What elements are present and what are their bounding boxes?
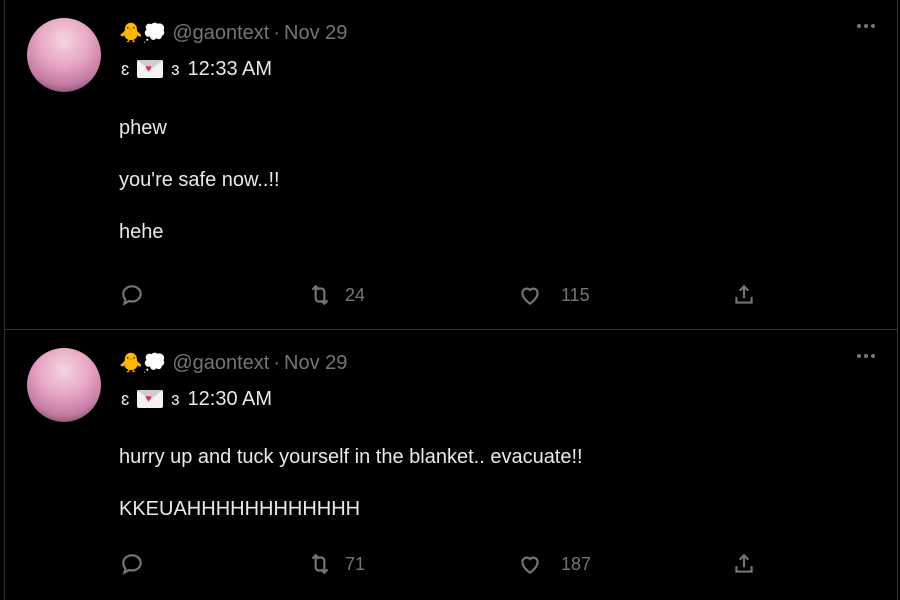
tweet-header: 🐥💭 @gaontext · Nov 29 [119,350,347,376]
tweet[interactable]: 🐥💭 @gaontext · Nov 29 ɛ ♥ ɜ 12:30 AM hurry… [5,330,897,600]
display-name-time: 12:30 AM [187,387,273,410]
reply-icon [122,285,142,306]
tweet-date[interactable]: Nov 29 [284,352,347,374]
love-letter-icon: ♥ [137,390,164,408]
right-border [897,0,898,600]
tweet-text: phew you're safe now..!! hehe [119,117,280,243]
avatar[interactable] [27,18,101,92]
reply-icon [122,554,142,575]
tweet-header: 🐥💭 @gaontext · Nov 29 [119,20,347,46]
retweet-count: 71 [345,553,366,574]
share-icon [735,284,753,304]
retweet-icon [311,553,329,575]
like-count: 115 [561,284,590,305]
more-icon[interactable] [857,24,875,28]
tweet-actions: 71 187 [119,551,897,579]
like-icon [521,287,539,305]
avatar[interactable] [27,348,101,422]
like-count: 187 [561,553,592,574]
header-emoji: 🐥💭 [119,352,167,374]
display-name-left-paren: ɛ [121,388,130,409]
user-handle[interactable]: @gaontext [172,22,269,44]
retweet-button[interactable]: 71 [307,551,365,577]
display-name-time: 12:33 AM [187,57,273,80]
header-emoji: 🐥💭 [119,22,167,44]
display-name-left-paren: ɛ [121,58,130,79]
display-name-right-paren: ɜ [171,388,180,409]
tweet-text: hurry up and tuck yourself in the blanke… [119,446,583,520]
like-button[interactable]: 187 [517,551,591,577]
display-name-right-paren: ɜ [171,58,180,79]
display-name[interactable]: ɛ ♥ ɜ 12:33 AM [119,56,272,82]
tweet[interactable]: 🐥💭 @gaontext · Nov 29 ɛ ♥ ɜ 12:33 AM phew … [5,0,897,329]
separator-dot: · [273,351,281,374]
tweet-date[interactable]: Nov 29 [284,22,347,44]
reply-button[interactable] [119,551,145,577]
love-letter-icon: ♥ [137,60,164,78]
retweet-count: 24 [345,284,366,305]
separator-dot: · [273,21,281,44]
display-name[interactable]: ɛ ♥ ɜ 12:30 AM [119,386,272,412]
reply-button[interactable] [119,282,145,308]
tweet-actions: 24 115 [119,282,897,310]
like-button[interactable]: 115 [517,282,590,308]
user-handle[interactable]: @gaontext [172,352,269,374]
more-icon[interactable] [857,354,875,358]
share-icon [735,553,753,573]
retweet-button[interactable]: 24 [307,282,365,308]
share-button[interactable] [731,282,757,308]
share-button[interactable] [731,551,757,577]
like-icon [521,556,539,574]
retweet-icon [311,284,329,306]
